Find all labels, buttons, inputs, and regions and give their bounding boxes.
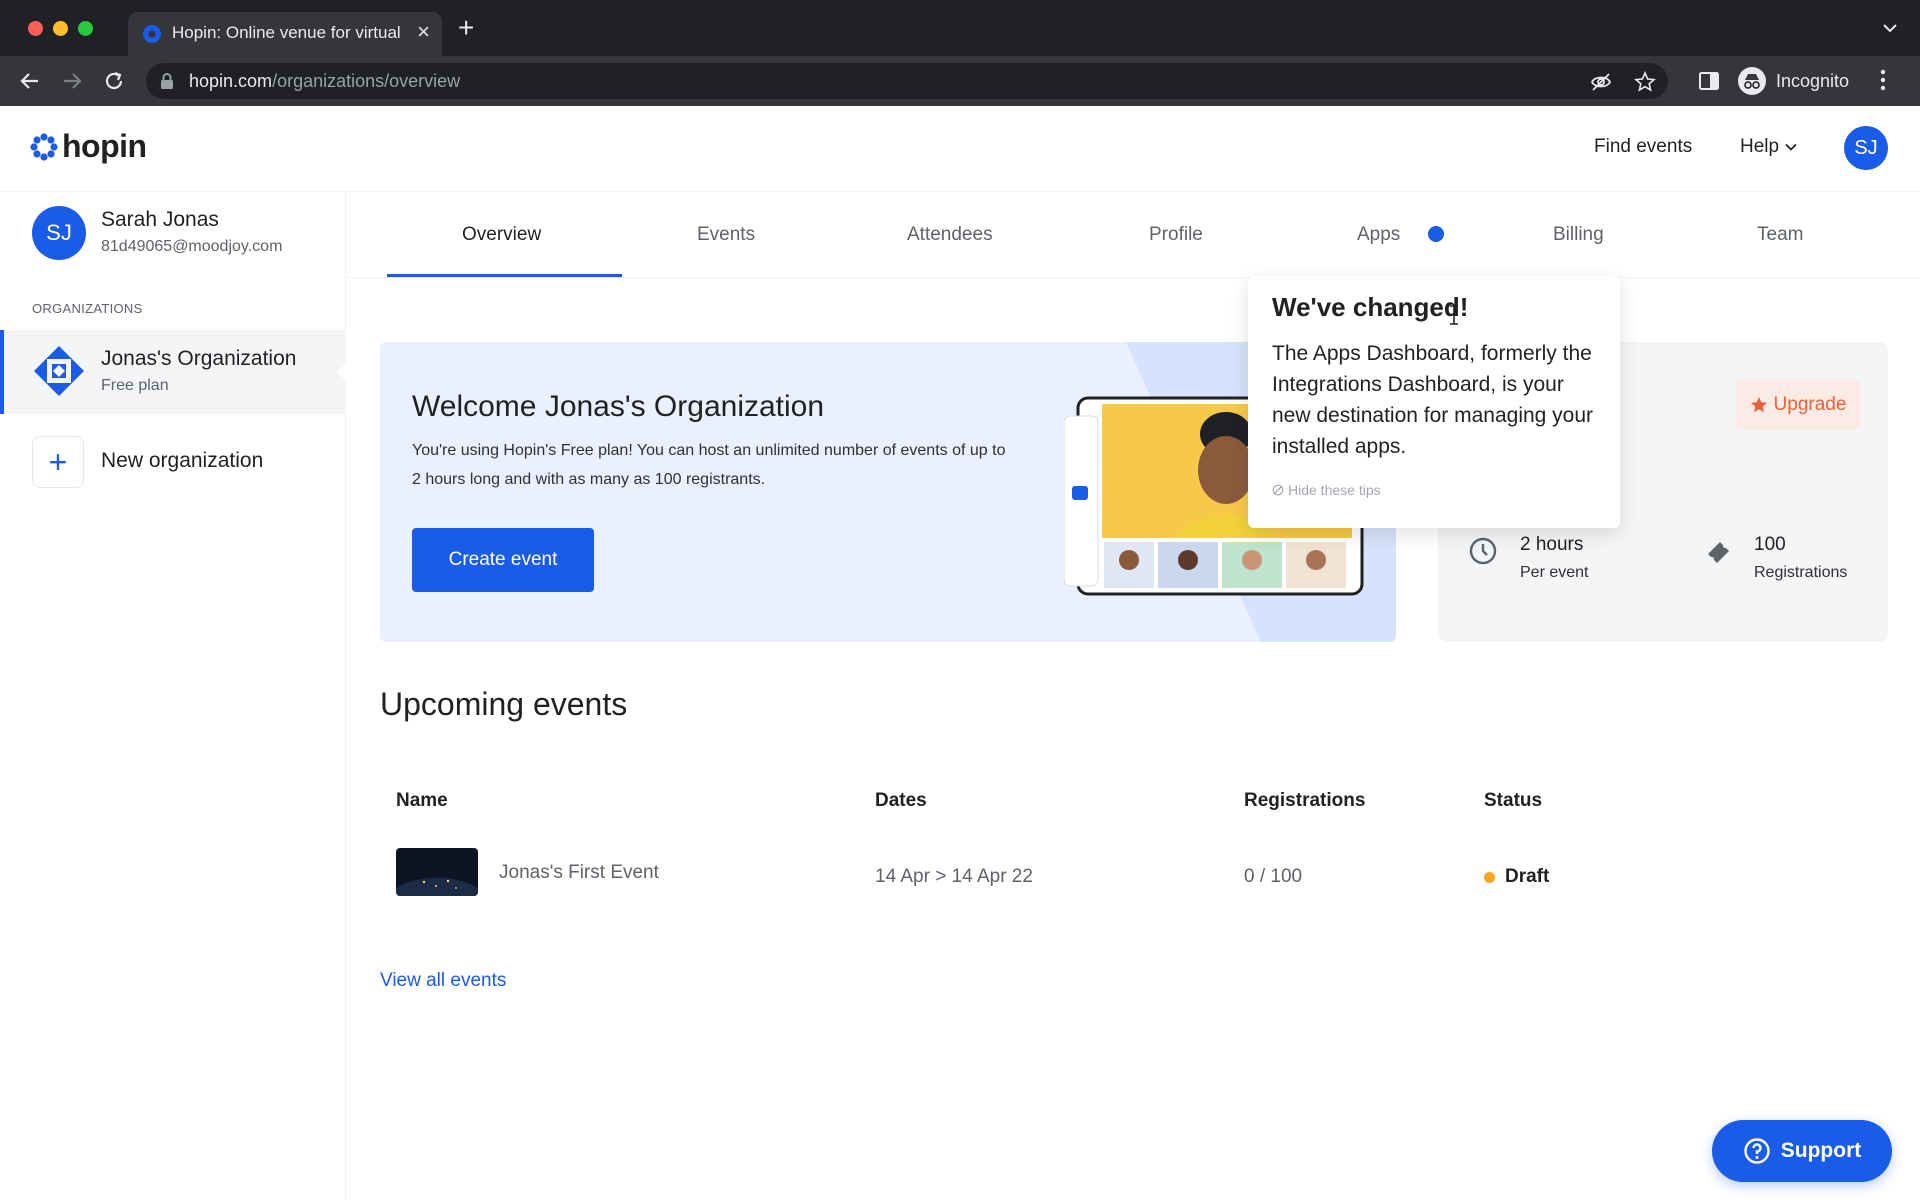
create-event-button[interactable]: Create event [412,528,594,592]
window-minimize-button[interactable] [53,21,68,36]
apps-notification-dot [1428,226,1444,242]
apps-tip-popover: We've changed! The Apps Dashboard, forme… [1248,276,1620,528]
app-header: hopin Find events Help SJ [0,106,1920,192]
text-cursor-icon [1450,305,1458,325]
welcome-title: Welcome Jonas's Organization [412,390,825,423]
duration-value: 2 hours [1520,534,1584,555]
incognito-icon [1738,67,1766,95]
chevron-down-icon [1785,143,1797,151]
sidebar-user-avatar: SJ [32,206,86,260]
tab-billing[interactable]: Billing [1553,224,1604,246]
new-organization-button[interactable]: + New organization [0,432,346,492]
tab-apps[interactable]: Apps [1357,224,1400,246]
sidebar-user-email: 81d49065@moodjoy.com [101,238,283,255]
active-tab-underline [387,274,622,277]
column-header-registrations: Registrations [1244,790,1366,811]
hopin-logo-icon [30,132,58,161]
support-label: Support [1780,1139,1862,1162]
plus-icon: + [32,436,84,488]
organization-name: Jonas's Organization [101,347,297,370]
draft-status-dot [1484,871,1495,883]
tab-overview[interactable]: Overview [462,224,541,246]
upcoming-events-title: Upcoming events [380,686,628,722]
event-dates: 14 Apr > 14 Apr 22 [875,866,1033,887]
close-tab-icon[interactable]: × [417,20,430,44]
popover-body: The Apps Dashboard, formerly the Integra… [1272,342,1594,458]
popover-title: We've changed! [1272,292,1469,322]
block-icon [1272,484,1284,496]
hide-tips-label: Hide these tips [1288,482,1381,498]
find-events-link[interactable]: Find events [1594,136,1692,158]
window-close-button[interactable] [28,21,43,36]
registrations-value: 100 [1754,534,1786,555]
column-header-status: Status [1484,790,1543,811]
status-badge: Draft [1484,866,1549,888]
tab-attendees[interactable]: Attendees [907,224,993,246]
star-icon [1750,397,1767,413]
hopin-logo[interactable]: hopin [30,128,147,165]
organization-tabs: Overview Events Attendees Profile Apps B… [347,192,1920,278]
help-circle-icon [1744,1138,1770,1164]
clock-icon [1469,537,1497,565]
active-indicator [337,362,347,382]
forward-arrow-icon[interactable] [58,67,86,95]
registrations-label: Registrations [1754,564,1848,581]
new-tab-icon[interactable]: + [458,14,474,42]
welcome-card: Welcome Jonas's Organization You're usin… [380,342,1396,642]
window-maximize-button[interactable] [78,21,93,36]
hopin-logo-text: hopin [62,128,147,164]
view-all-events-link[interactable]: View all events [380,970,506,992]
incognito-profile[interactable]: Incognito [1738,63,1849,99]
duration-label: Per event [1520,564,1589,581]
help-label: Help [1740,136,1780,157]
status-label: Draft [1505,866,1550,887]
organization-logo-icon [34,346,84,396]
new-organization-label: New organization [101,449,264,472]
lock-icon [161,73,173,89]
tab-search-chevron-icon[interactable] [1882,22,1898,34]
browser-menu-icon[interactable] [1880,68,1886,92]
event-name[interactable]: Jonas's First Event [499,862,659,884]
welcome-text: You're using Hopin's Free plan! You can … [412,442,1006,488]
url-text: hopin.com/organizations/overview [189,71,461,91]
column-header-name: Name [396,790,448,811]
sidebar: SJ Sarah Jonas 81d49065@moodjoy.com ORGA… [0,192,347,1200]
column-header-dates: Dates [875,790,927,811]
browser-toolbar: hopin.com/organizations/overview Incogni… [0,56,1920,106]
hopin-favicon-icon [143,25,161,43]
browser-tab-title: Hopin: Online venue for virtual [172,23,400,42]
upgrade-label: Upgrade [1773,394,1847,415]
user-avatar[interactable]: SJ [1844,126,1888,170]
event-registrations: 0 / 100 [1244,866,1303,887]
hide-tips-link[interactable]: Hide these tips [1272,482,1381,498]
event-thumbnail [396,848,478,896]
ticket-icon [1708,542,1729,563]
tab-profile[interactable]: Profile [1149,224,1203,246]
support-button[interactable]: Support [1712,1120,1892,1182]
reload-icon[interactable] [100,67,128,95]
organizations-section-label: ORGANIZATIONS [32,301,143,316]
tab-team[interactable]: Team [1757,224,1803,246]
table-row[interactable]: Jonas's First Event 14 Apr > 14 Apr 22 0… [380,842,1888,910]
back-arrow-icon[interactable] [16,67,44,95]
bookmark-star-icon[interactable] [1634,71,1656,93]
eye-off-icon[interactable] [1590,71,1612,93]
sidebar-user-name: Sarah Jonas [101,208,219,231]
browser-tab[interactable]: Hopin: Online venue for virtual × [128,12,442,56]
sidebar-item-organization[interactable]: Jonas's Organization Free plan [0,330,347,414]
tab-events[interactable]: Events [697,224,755,246]
incognito-label: Incognito [1776,70,1850,91]
organization-plan: Free plan [101,377,169,394]
upgrade-button[interactable]: Upgrade [1736,380,1860,430]
help-menu[interactable]: Help [1740,136,1797,158]
address-bar[interactable]: hopin.com/organizations/overview [146,63,1668,99]
side-panel-icon[interactable] [1698,70,1720,92]
browser-tab-strip: Hopin: Online venue for virtual × + [0,0,1920,56]
